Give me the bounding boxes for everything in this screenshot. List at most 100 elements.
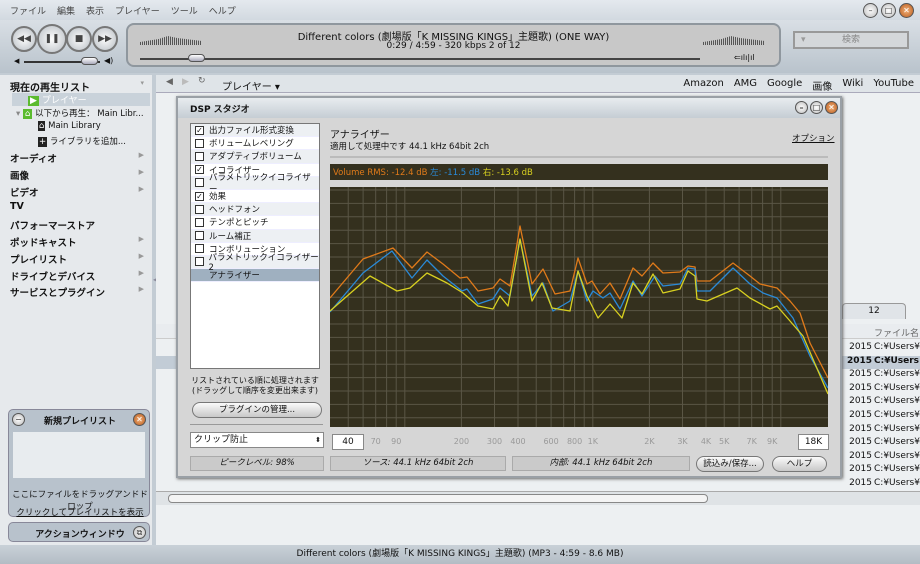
menu-file[interactable]: ファイル [10,4,46,17]
menu-edit[interactable]: 編集 [57,4,75,17]
dialog-maximize-button[interactable]: □ [810,101,823,114]
manage-plugins-button[interactable]: プラグインの管理... [192,402,322,418]
plugin-checkbox[interactable]: ✓ [195,165,204,175]
cell-year: 2015 [849,342,872,352]
seek-handle[interactable] [188,54,205,62]
sidebar-current-playlist[interactable]: 現在の再生リスト ▾ [10,79,150,94]
column-header-file[interactable]: ファイル名 [874,326,919,339]
sidebar-item[interactable]: TV [10,201,150,212]
search-dropdown-icon[interactable]: ▾ [801,33,806,47]
freq-max-input[interactable]: 18K [798,434,829,450]
plugin-checkbox[interactable] [195,217,204,227]
playlist-drop-area[interactable] [13,432,145,478]
link-images[interactable]: 画像 [812,78,832,93]
sidebar-play-from[interactable]: ▾ ⌂ 以下から再生： Main Libr... [16,107,152,119]
sidebar-item[interactable]: 画像 ▶ [10,168,150,182]
load-save-button[interactable]: 読込み/保存... [696,456,764,472]
sidebar-item[interactable]: ポッドキャスト ▶ [10,235,150,249]
dialog-close-button[interactable]: ✕ [825,101,838,114]
plugin-checkbox[interactable] [195,231,204,241]
chevron-right-icon: ▶ [138,268,144,277]
stop-button[interactable]: ■ [66,26,92,52]
options-link[interactable]: オプション [792,132,835,144]
source-format: ソース: 44.1 kHz 64bit 2ch [330,456,506,471]
menu-view[interactable]: 表示 [86,4,104,17]
sidebar-add-library[interactable]: + ライブラリを追加... [38,135,126,147]
popout-icon[interactable]: ⧉ [133,526,146,539]
sidebar-item[interactable]: パフォーマーストア [10,218,150,232]
plugin-item[interactable]: テンポとピッチ [191,216,319,230]
scrollbar-thumb[interactable] [168,494,708,503]
sidebar-item-label: プレイリスト [10,254,68,266]
equalizer-icon[interactable]: ⇐ılı|ıl [734,53,755,62]
seek-bar[interactable] [140,54,700,62]
plugin-checkbox[interactable] [195,151,204,161]
link-amazon[interactable]: Amazon [683,78,723,93]
tab-count[interactable]: 12 [842,303,906,319]
link-wiki[interactable]: Wiki [842,78,863,93]
sidebar-item[interactable]: サービスとプラグイン ▶ [10,285,150,299]
plugin-checkbox[interactable] [195,257,204,267]
analyzer-subtitle: 適用して処理中です 44.1 kHz 64bit 2ch [330,142,490,152]
plugin-item[interactable]: パラメトリックイコライザー [191,173,319,195]
minimize-button[interactable]: – [863,3,878,18]
sidebar-item[interactable]: ドライブとデバイス ▶ [10,269,150,283]
cell-file: C:¥Users¥ [874,369,920,380]
plugin-item[interactable]: ルーム補正 [191,229,319,243]
freq-min-input[interactable]: 40 [332,434,364,450]
back-icon[interactable]: ◀ [166,77,173,87]
plugin-item[interactable]: ボリュームレベリング [191,137,319,151]
volume-handle[interactable] [80,57,98,65]
plugin-checkbox[interactable] [195,204,204,214]
pause-button[interactable]: ❚❚ [37,24,67,54]
sidebar-item[interactable]: オーディオ ▶ [10,151,150,165]
table-row[interactable]: 2015 C:¥Users¥ [156,478,920,492]
dialog-minimize-button[interactable]: – [795,101,808,114]
tab-player[interactable]: プレイヤー ▾ [222,78,280,93]
link-amg[interactable]: AMG [734,78,757,93]
horizontal-scrollbar[interactable] [156,491,920,505]
close-button[interactable]: ✕ [899,3,914,18]
plugin-item[interactable]: アダプティブボリューム [191,150,319,164]
menu-tools[interactable]: ツール [171,4,198,17]
volume-high-icon: ◀) [104,56,114,65]
sidebar-now-playing[interactable]: ▶ プレイヤー [12,93,150,106]
search-box[interactable]: ▾ 検索 [793,31,909,49]
order-note: リストされている順に処理されます (ドラッグして順序を変更出来ます) [191,376,319,395]
show-playlist-link[interactable]: クリックしてプレイリストを表示 [9,506,151,518]
maximize-button[interactable]: □ [881,3,896,18]
plugin-item[interactable]: ✓ 出力ファイル形式変換 [191,124,319,138]
plugin-checkbox[interactable] [195,244,204,254]
plugin-label: アダプティブボリューム [209,152,302,163]
chevron-right-icon: ▶ [138,167,144,176]
plugin-item[interactable]: パラメトリックイコライザー 2 [191,253,319,273]
clip-mode-select[interactable]: クリップ防止 ⬍ [190,432,324,448]
plugin-item[interactable]: ヘッドフォン [191,203,319,217]
freq-tick-label: 3K [677,437,688,446]
link-youtube[interactable]: YouTube [873,78,914,93]
dialog-title: DSP スタジオ [190,105,250,115]
menu-player[interactable]: プレイヤー [115,4,160,17]
previous-button[interactable]: ◀◀ [11,26,37,52]
help-button[interactable]: ヘルプ [772,456,827,472]
link-google[interactable]: Google [767,78,802,93]
sidebar-item[interactable]: プレイリスト ▶ [10,252,150,266]
plugin-checkbox[interactable]: ✓ [195,125,204,135]
refresh-icon[interactable]: ↻ [198,76,206,86]
plugin-checkbox[interactable] [195,178,204,188]
plugin-checkbox[interactable]: ✓ [195,191,204,201]
chevron-right-icon: ▶ [138,151,144,159]
action-window-button[interactable]: アクションウィンドウ ⧉ [8,522,150,542]
sidebar-main-library[interactable]: ⌂ Main Library [38,121,101,131]
next-button[interactable]: ▶▶ [92,26,118,52]
plugin-label: ルーム補正 [209,231,252,242]
forward-nav-icon[interactable]: ▶ [182,77,189,87]
add-library-icon: + [38,137,48,147]
volume-slider[interactable] [24,57,100,65]
spinner-icon[interactable]: ⬍ [315,433,321,447]
sidebar-item[interactable]: ビデオ ▶ [10,185,150,199]
menu-help[interactable]: ヘルプ [209,4,236,17]
close-panel-icon[interactable]: ✕ [133,413,146,426]
plugin-label: 効果 [209,192,227,203]
plugin-checkbox[interactable] [195,138,204,148]
